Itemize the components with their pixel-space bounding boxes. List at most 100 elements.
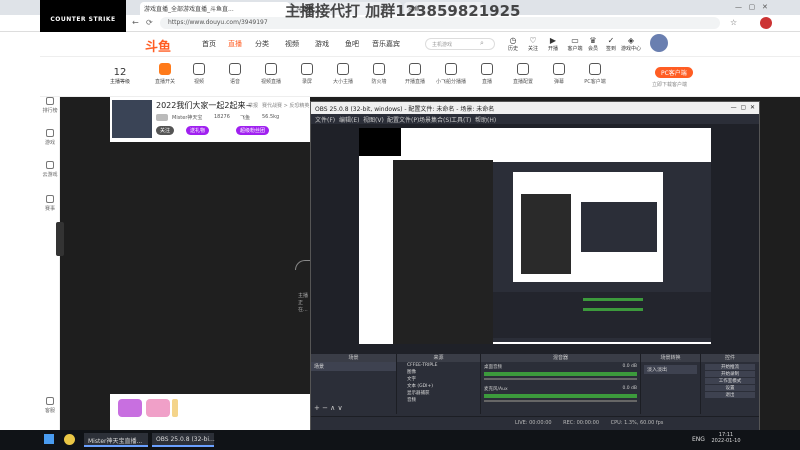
feature-item[interactable]: 弹幕 <box>542 63 576 85</box>
nav-right-item[interactable]: ◷ 历史 <box>505 36 521 52</box>
exit-button[interactable]: 退出 <box>705 392 755 398</box>
star-icon[interactable]: ☆ <box>730 18 737 27</box>
menu-item[interactable]: 视图(V) <box>363 115 384 124</box>
rail-item-service[interactable]: 客服 <box>40 397 60 414</box>
users-icon <box>481 63 493 75</box>
source-item[interactable]: 文字 <box>407 376 480 383</box>
window-controls[interactable]: — ▢ ✕ <box>735 3 795 11</box>
search-icon[interactable]: ⌕ <box>480 39 484 48</box>
feature-item[interactable]: 直播配置 <box>506 63 540 85</box>
streamer-avatar[interactable] <box>112 100 152 138</box>
video-player[interactable]: 主播正在... <box>110 142 315 394</box>
nav-right-item[interactable]: ✓ 签到 <box>603 36 619 52</box>
flame-icon <box>337 63 349 75</box>
gamepad-icon <box>46 129 54 137</box>
nav-item[interactable]: 分类 <box>255 39 269 49</box>
studio-mode-button[interactable]: 工作室模式 <box>705 378 755 384</box>
controls-dock: 控件 开始推流 开始录制 工作室模式 设置 退出 <box>701 354 759 414</box>
menu-item[interactable]: 场景集合(S) <box>419 115 452 124</box>
audio-meter <box>484 394 637 398</box>
nav-right-item[interactable]: ▶ 开播 <box>545 36 561 52</box>
profile-avatar[interactable] <box>760 17 772 29</box>
fan-club-button[interactable]: 超级粉丝团 <box>236 126 270 135</box>
search-input[interactable]: 主机游戏 <box>425 38 495 50</box>
nav-item[interactable]: 游戏 <box>315 39 329 49</box>
system-clock[interactable]: 17:11 2022-01-10 <box>708 432 744 444</box>
reload-icon[interactable]: ⟳ <box>146 18 153 27</box>
rail-item-rank[interactable]: 排行榜 <box>40 97 60 114</box>
feature-item[interactable]: 视频直播 <box>254 63 288 85</box>
menu-item[interactable]: 配置文件(P) <box>387 115 419 124</box>
menu-item[interactable]: 文件(F) <box>315 115 335 124</box>
room-title: 2022我们大家一起2起来~ <box>156 101 253 110</box>
report-link[interactable]: 举报 <box>248 102 258 109</box>
taskbar-item-browser[interactable]: Mister神天宝直播... <box>84 433 148 447</box>
scene-toolbar[interactable]: + − ∧ ∨ <box>314 404 343 412</box>
record-icon <box>301 63 313 75</box>
nav-right-item[interactable]: ▭ 客户端 <box>565 36 585 52</box>
feature-item[interactable]: 直播开关 <box>148 63 182 85</box>
nav-item[interactable]: 直播 <box>228 39 242 49</box>
feature-item[interactable]: 视频 <box>182 63 216 85</box>
source-item[interactable]: 音频 <box>407 397 480 404</box>
back-icon[interactable]: ← <box>132 18 139 27</box>
menu-item[interactable]: 工具(T) <box>451 115 471 124</box>
feature-item[interactable]: 小飞船分播播 <box>434 63 468 85</box>
feature-item[interactable]: 语音 <box>218 63 252 85</box>
nav-item[interactable]: 鱼吧 <box>345 39 359 49</box>
transition-select[interactable]: 淡入淡出 <box>644 365 697 374</box>
nav-item[interactable]: 视频 <box>285 39 299 49</box>
obs-docks: 场景 场景 + − ∧ ∨ 来源 CFFEE-TRIPLE 图像 文字 文本 (… <box>311 354 759 414</box>
gift-icon[interactable] <box>172 399 178 417</box>
scene-item[interactable]: 场景 <box>311 362 396 371</box>
feature-item[interactable]: 开播直播 <box>398 63 432 85</box>
source-item[interactable]: 图像 <box>407 369 480 376</box>
source-item[interactable]: 文本 (GDI+) <box>407 383 480 390</box>
user-avatar[interactable] <box>650 34 668 52</box>
settings-button[interactable]: 设置 <box>705 385 755 391</box>
start-icon[interactable] <box>44 434 54 444</box>
gift-button[interactable]: 送礼物 <box>186 126 210 135</box>
category-breadcrumb[interactable]: 赛代战赛 > 反恐精英 <box>262 102 309 109</box>
live-timer: LIVE: 00:00:00 <box>515 420 552 426</box>
volume-slider[interactable] <box>484 378 637 380</box>
window-controls[interactable]: — ▢ ✕ <box>731 104 755 111</box>
source-item[interactable]: 显示器捕获 <box>407 390 480 397</box>
menu-item[interactable]: 帮助(H) <box>475 115 496 124</box>
nav-right-item[interactable]: ◈ 游戏中心 <box>620 36 642 52</box>
obs-preview[interactable] <box>311 124 759 354</box>
start-recording-button[interactable]: 开始录制 <box>705 371 755 377</box>
rail-item-cloud[interactable]: 云游戏 <box>40 161 60 178</box>
transition-dock: 场景转换 淡入淡出 <box>641 354 701 414</box>
input-language[interactable]: ENG <box>692 436 705 443</box>
pc-client-button[interactable]: PC客户端 <box>655 67 693 78</box>
rail-collapse-handle[interactable] <box>56 222 64 256</box>
streamer-name[interactable]: Mister神天宝 <box>172 114 202 121</box>
rail-item-game[interactable]: 游戏 <box>40 129 60 146</box>
nav-right-item[interactable]: ♡ 关注 <box>525 36 541 52</box>
cpu-fps: CPU: 1.3%, 60.00 fps <box>610 420 664 426</box>
rail-item-match[interactable]: 赛事 <box>40 195 60 212</box>
nested-logo <box>359 128 401 156</box>
chrome-icon[interactable] <box>64 434 75 445</box>
feature-item[interactable]: PC客户端 <box>578 63 612 85</box>
site-logo[interactable]: 斗鱼 <box>145 36 171 55</box>
feature-item[interactable]: 直播 <box>470 63 504 85</box>
menu-item[interactable]: 编辑(E) <box>339 115 359 124</box>
volume-slider[interactable] <box>484 400 637 402</box>
feature-item[interactable]: 大小主播 <box>326 63 360 85</box>
source-item[interactable]: CFFEE-TRIPLE <box>407 362 480 369</box>
gift-icon[interactable] <box>118 399 142 417</box>
nav-right-item[interactable]: ♛ 会员 <box>585 36 601 52</box>
start-streaming-button[interactable]: 开始推流 <box>705 364 755 370</box>
follow-button[interactable]: 关注 <box>156 126 175 135</box>
gift-icon[interactable] <box>146 399 170 417</box>
taskbar-item-obs[interactable]: OBS 25.0.8 (32-bi... <box>152 433 215 447</box>
obs-menubar: 文件(F) 编辑(E) 视图(V) 配置文件(P) 场景集合(S) 工具(T) … <box>311 114 759 124</box>
nav-item[interactable]: 音乐嘉宾 <box>372 39 400 49</box>
browser-tab[interactable]: 游戏直播_全部游戏直播_斗鱼直... <box>140 2 290 15</box>
feature-item[interactable]: 录屏 <box>290 63 324 85</box>
windows-taskbar: Mister神天宝直播... OBS 25.0.8 (32-bi... ENG … <box>0 430 800 450</box>
feature-item[interactable]: 防火墙 <box>362 63 396 85</box>
nav-item[interactable]: 首页 <box>202 39 216 49</box>
